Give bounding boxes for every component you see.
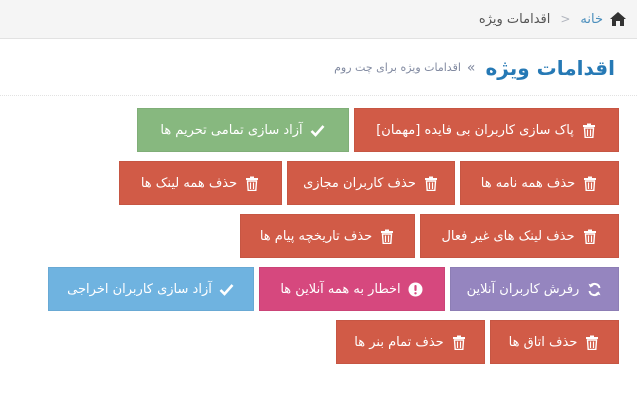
home-icon[interactable]: [609, 11, 627, 27]
release-kicked-users-button[interactable]: آزاد سازی کاربران اخراجی: [48, 267, 254, 311]
delete-virtual-users-button[interactable]: حذف کاربران مجازی: [287, 161, 455, 205]
breadcrumb-separator: <: [560, 12, 571, 26]
delete-all-links-button[interactable]: حذف همه لینک ها: [119, 161, 282, 205]
alert-all-online-button[interactable]: اخطار به همه آنلاین ها: [259, 267, 445, 311]
trash-icon: [584, 334, 600, 350]
delete-rooms-button[interactable]: حذف اتاق ها: [490, 320, 619, 364]
delete-all-letters-label: حذف همه نامه ها: [480, 175, 576, 191]
clean-guest-users-label: پاک سازی کاربران بی فایده [مهمان]: [376, 122, 574, 138]
clean-guest-users-button[interactable]: پاک سازی کاربران بی فایده [مهمان]: [354, 108, 619, 152]
release-kicked-users-label: آزاد سازی کاربران اخراجی: [67, 281, 212, 297]
page-header: اقدامات ویژه » اقدامات ویژه برای چت روم: [0, 40, 637, 96]
page-title: اقدامات ویژه: [485, 55, 615, 80]
trash-icon: [582, 228, 598, 244]
trash-icon: [423, 175, 439, 191]
unban-all-button[interactable]: آزاد سازی تمامی تحریم ها: [137, 108, 349, 152]
delete-all-banners-button[interactable]: حذف تمام بنر ها: [336, 320, 485, 364]
trash-icon: [581, 122, 597, 138]
unban-all-label: آزاد سازی تمامی تحریم ها: [160, 122, 303, 138]
trash-icon: [244, 175, 260, 191]
delete-message-history-button[interactable]: حذف تاریخچه پیام ها: [240, 214, 415, 258]
delete-all-banners-label: حذف تمام بنر ها: [354, 334, 444, 350]
check-icon: [310, 122, 326, 138]
trash-icon: [379, 228, 395, 244]
alert-all-online-label: اخطار به همه آنلاین ها: [280, 281, 401, 297]
delete-message-history-label: حذف تاریخچه پیام ها: [259, 228, 373, 244]
refresh-online-users-label: رفرش کاربران آنلاین: [466, 281, 580, 297]
refresh-online-users-button[interactable]: رفرش کاربران آنلاین: [450, 267, 619, 311]
trash-icon: [451, 334, 467, 350]
subtitle-arrow-icon: »: [466, 59, 476, 76]
breadcrumb-home-link[interactable]: خانه: [580, 12, 603, 27]
check-icon: [219, 281, 235, 297]
delete-rooms-label: حذف اتاق ها: [508, 334, 578, 350]
trash-icon: [582, 175, 598, 191]
delete-all-links-label: حذف همه لینک ها: [140, 175, 238, 191]
breadcrumb: خانه < اقدامات ویژه: [0, 0, 637, 39]
delete-inactive-links-button[interactable]: حذف لینک های غیر فعال: [420, 214, 619, 258]
delete-virtual-users-label: حذف کاربران مجازی: [303, 175, 416, 191]
breadcrumb-current: اقدامات ویژه: [478, 11, 551, 27]
exclamation-circle-icon: [408, 281, 424, 297]
delete-inactive-links-label: حذف لینک های غیر فعال: [441, 228, 575, 244]
page-subtitle: اقدامات ویژه برای چت روم: [334, 61, 461, 74]
delete-all-letters-button[interactable]: حذف همه نامه ها: [460, 161, 619, 205]
refresh-icon: [586, 281, 602, 297]
